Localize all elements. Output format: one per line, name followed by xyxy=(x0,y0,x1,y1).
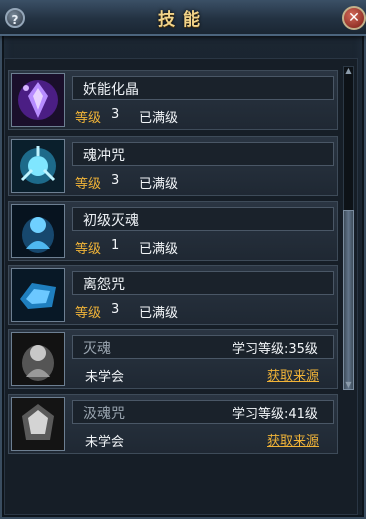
ice-stone-skill-icon[interactable] xyxy=(11,268,65,322)
close-button[interactable]: ✕ xyxy=(342,6,366,30)
level-label: 等级 xyxy=(75,177,102,192)
cyan-spirit-burst-skill-icon[interactable] xyxy=(11,139,65,193)
get-source-link[interactable]: 获取来源 xyxy=(267,365,319,384)
skill-name: 魂冲咒 xyxy=(83,148,125,164)
unlearned-status: 未学会 xyxy=(85,370,125,385)
level-label: 等级 xyxy=(75,306,102,321)
skill-name: 妖能化晶 xyxy=(83,82,139,98)
level-value: 3 xyxy=(111,302,120,317)
gray-spirit-skill-icon[interactable] xyxy=(11,332,65,386)
purple-crystal-skill-icon[interactable] xyxy=(11,73,65,127)
level-value: 3 xyxy=(111,173,120,188)
skill-row[interactable]: 妖能化晶 等级 3 已满级 xyxy=(8,70,338,130)
skill-row[interactable]: 魂冲咒 等级 3 已满级 xyxy=(8,136,338,196)
skill-row[interactable]: 灭魂 学习等级:35级 未学会 获取来源 xyxy=(8,329,338,389)
skill-name: 初级灭魂 xyxy=(83,213,139,229)
skill-row[interactable]: 离怨咒 等级 3 已满级 xyxy=(8,265,338,325)
level-label: 等级 xyxy=(75,111,102,126)
window-title: 技能 xyxy=(158,10,208,30)
blue-spirit-skill-icon[interactable] xyxy=(11,204,65,258)
level-value: 3 xyxy=(111,107,120,122)
get-source-link[interactable]: 获取来源 xyxy=(267,430,319,449)
max-level-status: 已满级 xyxy=(139,177,179,192)
max-level-status: 已满级 xyxy=(139,306,179,321)
learn-level-requirement: 学习等级:41级 xyxy=(232,407,318,422)
level-value: 1 xyxy=(111,238,120,253)
skill-name: 离怨咒 xyxy=(83,277,125,293)
skill-row[interactable]: 初级灭魂 等级 1 已满级 xyxy=(8,201,338,261)
level-label: 等级 xyxy=(75,242,102,257)
learn-level-requirement: 学习等级:35级 xyxy=(232,342,318,357)
max-level-status: 已满级 xyxy=(139,111,179,126)
skill-name: 灭魂 xyxy=(83,341,111,357)
gray-shield-skill-icon[interactable] xyxy=(11,397,65,451)
scroll-thumb[interactable] xyxy=(343,210,354,390)
title-bar: ? 技能 ✕ xyxy=(0,0,366,36)
skill-name: 汲魂咒 xyxy=(83,406,125,422)
scroll-up-arrow-icon[interactable]: ▲ xyxy=(343,66,354,76)
scroll-down-arrow-icon[interactable]: ▼ xyxy=(343,380,354,390)
unlearned-status: 未学会 xyxy=(85,435,125,450)
max-level-status: 已满级 xyxy=(139,242,179,257)
skill-row[interactable]: 汲魂咒 学习等级:41级 未学会 获取来源 xyxy=(8,394,338,454)
